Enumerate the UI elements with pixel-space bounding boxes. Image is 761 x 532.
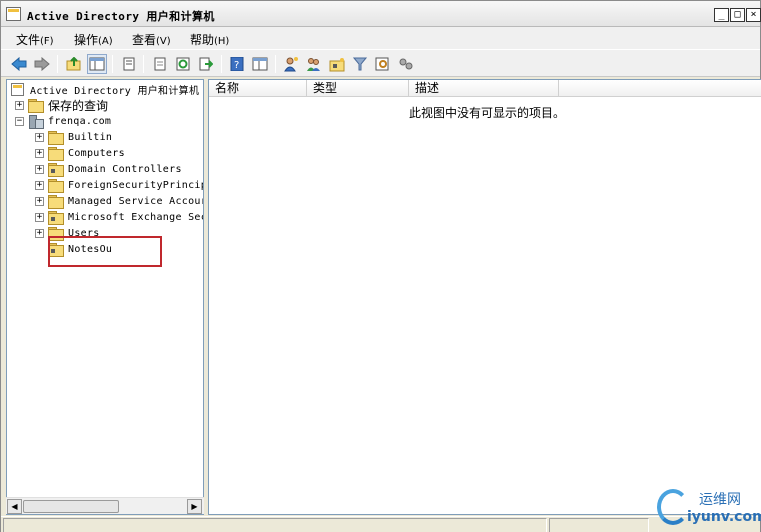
scroll-thumb[interactable] bbox=[23, 500, 119, 513]
tree-item-domain-controllers[interactable]: + Domain Controllers bbox=[35, 161, 182, 177]
tree-item-managed-service-accounts[interactable]: + Managed Service Accour bbox=[35, 193, 204, 209]
menu-file[interactable]: 文件(F) bbox=[16, 31, 54, 48]
tree-item-label: Microsoft Exchange Sec bbox=[68, 211, 204, 223]
maximize-button[interactable]: □ bbox=[730, 8, 745, 22]
tree-item-label: Domain Controllers bbox=[68, 163, 182, 175]
scroll-right-icon[interactable]: ▶ bbox=[187, 499, 202, 514]
new-user-icon[interactable] bbox=[281, 54, 301, 74]
expand-plus-icon[interactable]: + bbox=[35, 212, 44, 222]
export-list-icon[interactable] bbox=[196, 54, 216, 74]
menu-action[interactable]: 操作(A) bbox=[74, 31, 113, 48]
column-header-name[interactable]: 名称 bbox=[209, 80, 307, 97]
watermark-cn: 运维网 bbox=[699, 492, 741, 508]
tree-item-label: 保存的查询 bbox=[48, 98, 109, 113]
menu-view-accel: (V) bbox=[156, 36, 171, 47]
close-button[interactable]: × bbox=[746, 8, 761, 22]
tree-item-label: Managed Service Accour bbox=[68, 195, 204, 207]
tree-item-domain[interactable]: − frenqa.com bbox=[15, 113, 111, 129]
column-header-description[interactable]: 描述 bbox=[409, 80, 559, 97]
ou-folder-icon bbox=[48, 163, 64, 177]
toolbar-separator bbox=[221, 55, 222, 73]
title-bar[interactable]: Active Directory 用户和计算机 _ □ × bbox=[1, 1, 761, 27]
highlight-box bbox=[48, 236, 162, 267]
toolbar-separator bbox=[57, 55, 58, 73]
domain-icon bbox=[28, 114, 44, 129]
expand-plus-icon[interactable]: + bbox=[35, 132, 44, 142]
tree-item-saved-queries[interactable]: + 保存的查询 bbox=[15, 97, 108, 113]
toolbar-separator bbox=[143, 55, 144, 73]
forward-icon[interactable] bbox=[32, 54, 52, 74]
tree-item-foreign-security-principals[interactable]: + ForeignSecurityPrincip bbox=[35, 177, 204, 193]
tree-item-label: ForeignSecurityPrincip bbox=[68, 179, 204, 191]
tree-item-microsoft-exchange[interactable]: + Microsoft Exchange Sec bbox=[35, 209, 204, 225]
column-header-empty bbox=[559, 80, 761, 97]
aduc-app-icon bbox=[6, 7, 21, 21]
status-bar bbox=[1, 516, 760, 532]
menu-help-label: 帮助 bbox=[190, 33, 215, 47]
tree-root[interactable]: Active Directory 用户和计算机 bbox=[11, 81, 199, 97]
console-tree[interactable]: Active Directory 用户和计算机 + 保存的查询 − frenqa… bbox=[6, 79, 204, 515]
ou-folder-icon bbox=[48, 211, 64, 225]
menu-help[interactable]: 帮助(H) bbox=[190, 31, 229, 48]
expand-plus-icon[interactable]: + bbox=[15, 100, 24, 110]
toolbar-separator bbox=[275, 55, 276, 73]
console-icon[interactable] bbox=[250, 54, 270, 74]
menu-view-label: 查看 bbox=[132, 33, 157, 47]
menu-view[interactable]: 查看(V) bbox=[132, 31, 171, 48]
tree-item-label: Computers bbox=[68, 147, 125, 159]
folder-icon bbox=[48, 195, 64, 209]
tree-horizontal-scrollbar[interactable]: ◀ ▶ bbox=[6, 497, 204, 514]
expand-plus-icon[interactable]: + bbox=[35, 164, 44, 174]
menu-bar: 文件(F) 操作(A) 查看(V) 帮助(H) bbox=[1, 27, 760, 49]
status-panel bbox=[3, 518, 547, 532]
column-header-type[interactable]: 类型 bbox=[307, 80, 409, 97]
minimize-button[interactable]: _ bbox=[714, 8, 729, 22]
folder-icon bbox=[48, 131, 64, 145]
status-panel bbox=[549, 518, 649, 532]
menu-action-accel: (A) bbox=[98, 36, 113, 47]
folder-icon bbox=[28, 99, 44, 113]
tree-root-label: Active Directory 用户和计算机 bbox=[30, 85, 200, 97]
show-tree-icon[interactable] bbox=[87, 54, 107, 74]
collapse-minus-icon[interactable]: − bbox=[15, 116, 24, 126]
menu-action-label: 操作 bbox=[74, 33, 99, 47]
properties-icon[interactable] bbox=[119, 54, 139, 74]
delegate-icon[interactable] bbox=[396, 54, 416, 74]
back-icon[interactable] bbox=[9, 54, 29, 74]
export-icon[interactable] bbox=[150, 54, 170, 74]
new-group-icon[interactable] bbox=[304, 54, 324, 74]
details-pane[interactable]: 名称 类型 描述 此视图中没有可显示的项目。 bbox=[208, 79, 761, 515]
folder-icon bbox=[48, 147, 64, 161]
folder-icon bbox=[48, 179, 64, 193]
expand-plus-icon[interactable]: + bbox=[35, 180, 44, 190]
menu-help-accel: (H) bbox=[214, 36, 230, 47]
help-icon[interactable]: ? bbox=[227, 54, 247, 74]
empty-view-message: 此视图中没有可显示的项目。 bbox=[409, 106, 566, 120]
watermark-en: iyunv.com bbox=[687, 509, 761, 525]
tree-item-computers[interactable]: + Computers bbox=[35, 145, 125, 161]
scroll-left-icon[interactable]: ◀ bbox=[7, 499, 22, 514]
toolbar-separator bbox=[112, 55, 113, 73]
filter-icon[interactable] bbox=[350, 54, 370, 74]
new-ou-icon[interactable] bbox=[327, 54, 347, 74]
watermark-swirl-icon bbox=[657, 489, 689, 525]
menu-file-accel: (F) bbox=[40, 36, 54, 47]
find-icon[interactable] bbox=[373, 54, 393, 74]
svg-text:?: ? bbox=[234, 60, 239, 71]
tree-item-label: Builtin bbox=[68, 131, 113, 143]
up-icon[interactable] bbox=[64, 54, 84, 74]
expand-plus-icon[interactable]: + bbox=[35, 228, 44, 238]
expand-plus-icon[interactable]: + bbox=[35, 196, 44, 206]
menu-file-label: 文件 bbox=[16, 33, 41, 47]
window-title: Active Directory 用户和计算机 bbox=[27, 10, 215, 23]
toolbar: ? bbox=[1, 49, 760, 77]
watermark-logo: 运维网 iyunv.com bbox=[657, 485, 761, 532]
refresh-icon[interactable] bbox=[173, 54, 193, 74]
expand-plus-icon[interactable]: + bbox=[35, 148, 44, 158]
mmc-window: Active Directory 用户和计算机 _ □ × 文件(F) 操作(A… bbox=[0, 0, 761, 532]
tree-item-builtin[interactable]: + Builtin bbox=[35, 129, 112, 145]
aduc-root-icon bbox=[11, 82, 24, 96]
tree-item-label: frenqa.com bbox=[48, 115, 112, 127]
